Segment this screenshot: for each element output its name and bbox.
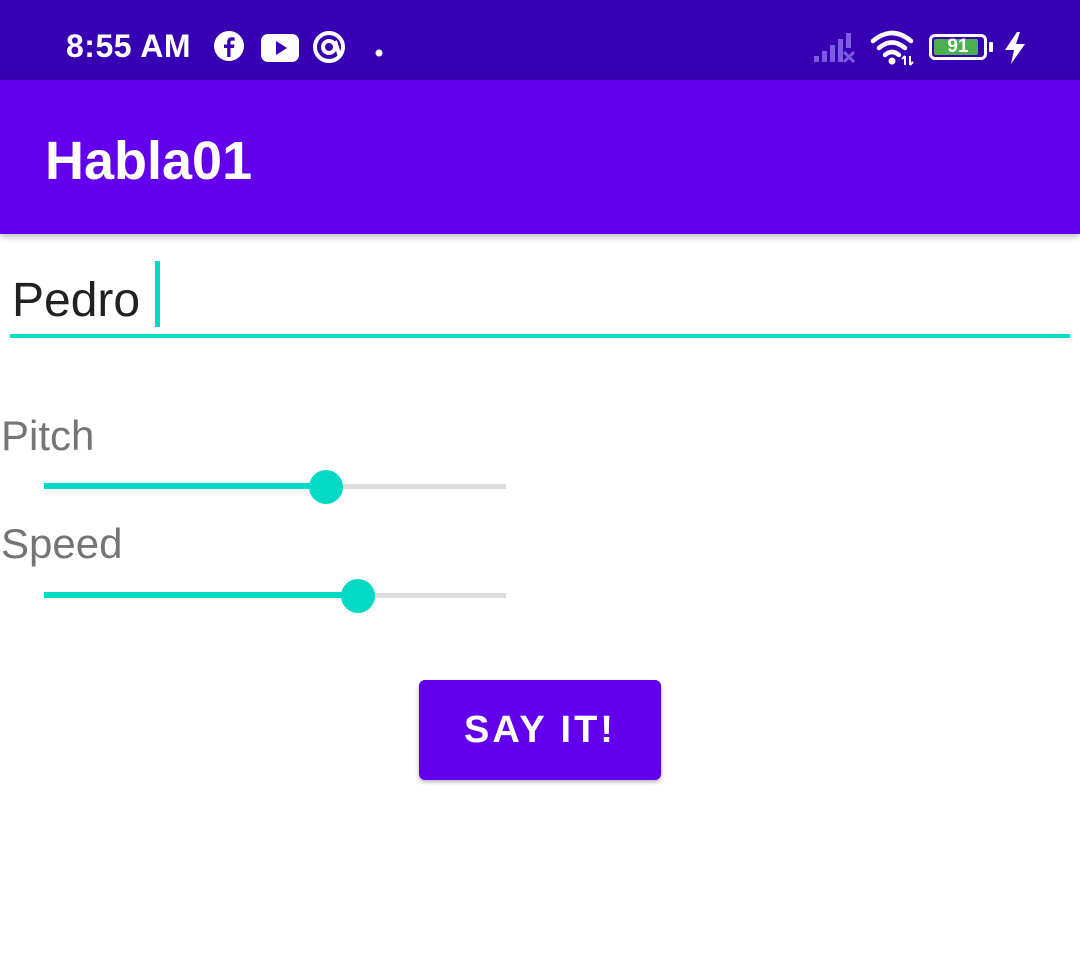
at-sign-icon xyxy=(312,30,346,69)
speed-label: Speed xyxy=(1,520,123,567)
facebook-icon xyxy=(213,30,245,67)
name-input-value[interactable]: Pedro xyxy=(12,273,140,328)
pitch-label: Pitch xyxy=(1,412,95,459)
text-cursor xyxy=(155,261,160,327)
speed-slider[interactable] xyxy=(44,575,506,615)
status-time: 8:55 AM xyxy=(66,28,192,64)
name-input[interactable]: Pedro xyxy=(10,255,1070,341)
app-bar: Habla01 xyxy=(0,80,1080,234)
youtube-icon xyxy=(261,34,299,67)
notification-dot-icon xyxy=(375,44,383,62)
say-it-button[interactable]: SAY IT! xyxy=(419,680,661,780)
speed-slider-thumb[interactable] xyxy=(341,579,376,613)
charging-bolt-icon xyxy=(1003,32,1027,69)
cell-signal-icon xyxy=(814,32,856,69)
battery-level: 91 xyxy=(947,36,969,57)
pitch-slider-fill xyxy=(44,483,326,489)
app-title: Habla01 xyxy=(45,131,253,191)
pitch-slider-thumb[interactable] xyxy=(308,470,343,504)
speed-slider-fill xyxy=(44,592,359,598)
wifi-icon xyxy=(870,30,916,71)
pitch-slider[interactable] xyxy=(44,466,506,506)
status-bar: 8:55 AM 91 xyxy=(0,0,1080,80)
name-input-underline xyxy=(10,334,1070,338)
